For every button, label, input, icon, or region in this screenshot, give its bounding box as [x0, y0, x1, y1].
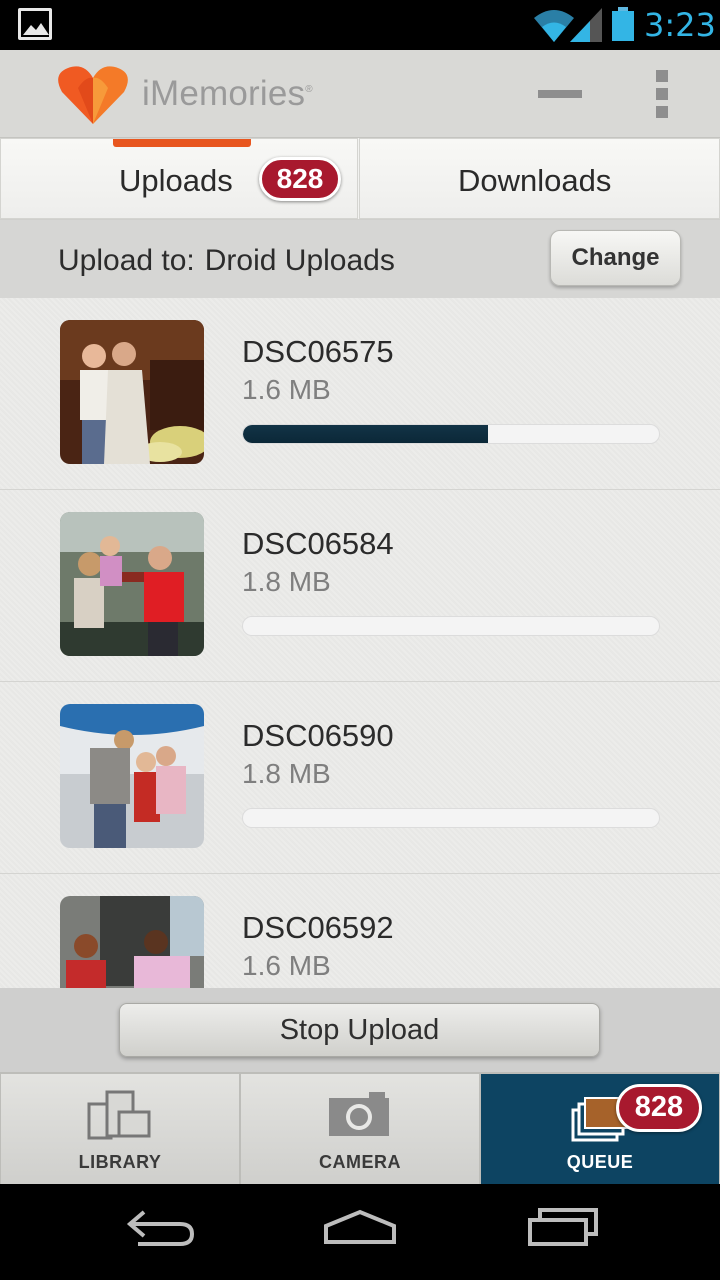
tab-uploads[interactable]: Uploads 828: [0, 138, 358, 219]
upload-destination-label: Upload to: Droid Uploads: [58, 244, 395, 277]
nav-library-label: LIBRARY: [78, 1152, 162, 1172]
upload-filesize: 1.6 MB: [242, 374, 331, 405]
upload-filesize: 1.8 MB: [242, 758, 331, 789]
signal-icon: [570, 8, 602, 42]
nav-camera-label: CAMERA: [319, 1152, 401, 1172]
camera-icon: [329, 1092, 389, 1136]
upload-filesize: 1.8 MB: [242, 566, 331, 597]
active-tab-indicator: [113, 139, 251, 147]
upload-progress-bar: [242, 616, 660, 636]
photo-thumbnail: [60, 512, 204, 656]
status-time: 3:23: [644, 6, 716, 44]
upload-filename: DSC06592: [242, 910, 394, 945]
stop-upload-button[interactable]: Stop Upload: [119, 1003, 600, 1057]
gallery-notification-icon: [18, 8, 52, 40]
upload-row[interactable]: DSC06584 1.8 MB: [0, 490, 720, 682]
imemories-heart-logo-icon: [58, 66, 128, 124]
upload-filesize: 1.6 MB: [242, 950, 331, 981]
upload-progress-bar: [242, 808, 660, 828]
tab-downloads-label: Downloads: [458, 163, 612, 198]
nav-library[interactable]: LIBRARY: [0, 1073, 240, 1185]
upload-row[interactable]: DSC06590 1.8 MB: [0, 682, 720, 874]
photo-thumbnail: [60, 320, 204, 464]
upload-filename: DSC06575: [242, 334, 394, 369]
system-nav-bar: [0, 1184, 720, 1280]
upload-row[interactable]: DSC06575 1.6 MB: [0, 298, 720, 490]
photo-thumbnail: [60, 704, 204, 848]
upload-queue-list[interactable]: DSC06575 1.6 MB DSC06584 1.8 MB DSC06590…: [0, 298, 720, 988]
app-bar: iMemories®: [0, 50, 720, 138]
back-icon[interactable]: [124, 1204, 196, 1254]
queue-count-badge: 828: [616, 1084, 702, 1132]
app-brand: iMemories®: [142, 74, 313, 113]
status-bar: 3:23: [0, 0, 720, 50]
battery-icon: [612, 7, 634, 41]
bottom-nav: LIBRARY CAMERA QUEUE: [0, 1072, 720, 1185]
upload-filename: DSC06584: [242, 526, 394, 561]
upload-row[interactable]: DSC06592 1.6 MB: [0, 874, 720, 988]
photo-thumbnail: [60, 896, 204, 988]
tab-bar: Uploads 828 Downloads: [0, 138, 720, 220]
upload-destination-bar: Upload to: Droid Uploads Change: [0, 220, 720, 298]
tab-downloads[interactable]: Downloads: [359, 138, 720, 219]
uploads-count-badge: 828: [259, 157, 341, 201]
change-destination-button[interactable]: Change: [550, 230, 681, 286]
overflow-menu-icon[interactable]: [656, 70, 670, 118]
wifi-icon: [534, 10, 574, 42]
upload-destination-value: Droid Uploads: [204, 244, 395, 277]
nav-camera[interactable]: CAMERA: [240, 1073, 480, 1185]
tab-uploads-label: Uploads: [119, 163, 233, 198]
nav-queue-label: QUEUE: [566, 1152, 634, 1172]
minimize-icon[interactable]: [538, 90, 582, 98]
library-icon: [87, 1090, 151, 1140]
upload-filename: DSC06590: [242, 718, 394, 753]
recent-apps-icon[interactable]: [526, 1204, 600, 1254]
upload-progress-bar: [242, 424, 660, 444]
home-icon[interactable]: [322, 1204, 398, 1254]
